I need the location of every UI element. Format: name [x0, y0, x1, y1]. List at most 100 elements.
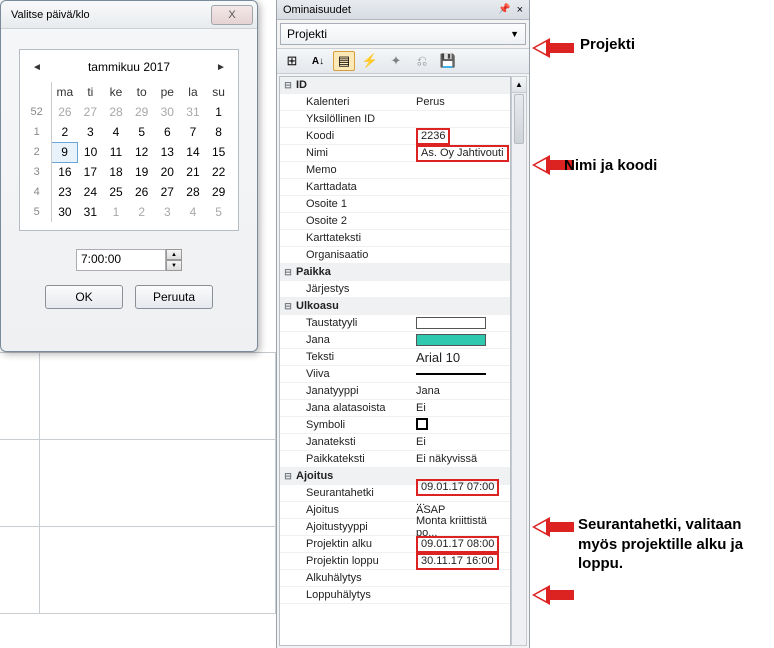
calendar-day[interactable]: 23: [52, 182, 78, 202]
calendar-week-number: 5: [26, 202, 52, 222]
categorize-icon[interactable]: ⊞: [281, 51, 303, 71]
calendar-day[interactable]: 2: [52, 122, 78, 142]
pin-icon[interactable]: 📌: [498, 4, 510, 15]
calendar-day[interactable]: 13: [154, 142, 180, 162]
calendar-day[interactable]: 2: [129, 202, 155, 222]
calendar-day[interactable]: 4: [180, 202, 206, 222]
cancel-button[interactable]: Peruuta: [135, 285, 213, 309]
calendar-day[interactable]: 9: [52, 142, 78, 162]
calendar-day[interactable]: 29: [129, 102, 155, 122]
calendar-day[interactable]: 8: [206, 122, 232, 142]
calendar-day[interactable]: 31: [78, 202, 104, 222]
date-time-dialog: Valitse päivä/klo X ◄ tammikuu 2017 ► ma…: [0, 0, 258, 352]
calendar-day[interactable]: 3: [78, 122, 104, 142]
prop-label: Nimi: [296, 147, 412, 159]
lightning-icon[interactable]: ⚡: [359, 51, 381, 71]
calendar-day[interactable]: 31: [180, 102, 206, 122]
time-spin-down[interactable]: ▼: [166, 260, 182, 271]
calendar-dow: pe: [154, 82, 180, 102]
prop-value[interactable]: Ei: [412, 436, 510, 448]
project-dropdown[interactable]: Projekti ▼: [280, 23, 526, 45]
calendar-day[interactable]: 1: [206, 102, 232, 122]
calendar-dow: la: [180, 82, 206, 102]
calendar-day[interactable]: 24: [78, 182, 104, 202]
prop-value[interactable]: [412, 317, 510, 329]
prop-label: Teksti: [296, 351, 412, 363]
calendar-day[interactable]: 16: [52, 162, 78, 182]
calendar-day[interactable]: 27: [78, 102, 104, 122]
prop-value[interactable]: Ei näkyvissä: [412, 453, 510, 465]
calendar-day[interactable]: 26: [129, 182, 155, 202]
scroll-thumb[interactable]: [514, 94, 524, 144]
close-icon: X: [228, 9, 235, 21]
prop-label: Symboli: [296, 419, 412, 431]
calendar-day[interactable]: 3: [154, 202, 180, 222]
tool-icon-1[interactable]: ✦: [385, 51, 407, 71]
ok-button[interactable]: OK: [45, 285, 123, 309]
prop-label: Projektin loppu: [296, 555, 412, 567]
calendar-day[interactable]: 28: [180, 182, 206, 202]
prop-value[interactable]: Ei: [412, 402, 510, 414]
calendar-day[interactable]: 30: [154, 102, 180, 122]
calendar-day[interactable]: 17: [78, 162, 104, 182]
calendar-day[interactable]: 28: [103, 102, 129, 122]
prop-value-nimi[interactable]: As. Oy Jahtivouti: [412, 145, 510, 162]
calendar-day[interactable]: 29: [206, 182, 232, 202]
panel-close-icon[interactable]: ×: [517, 4, 523, 16]
calendar-day[interactable]: 21: [180, 162, 206, 182]
calendar-day[interactable]: 1: [103, 202, 129, 222]
prop-value[interactable]: Arial 10: [412, 350, 510, 365]
calendar-day[interactable]: 7: [180, 122, 206, 142]
calendar-day[interactable]: 19: [129, 162, 155, 182]
calendar-day[interactable]: 4: [103, 122, 129, 142]
save-icon[interactable]: 💾: [437, 51, 459, 71]
calendar-week-number: 4: [26, 182, 52, 202]
prop-value[interactable]: [412, 334, 510, 346]
scroll-up-button[interactable]: ▲: [512, 77, 526, 93]
calendar-day[interactable]: 25: [103, 182, 129, 202]
prop-value[interactable]: [412, 418, 510, 433]
calendar-day[interactable]: 15: [206, 142, 232, 162]
properties-panel: Ominaisuudet 📌 × Projekti ▼ ⊞ A↓ ▤ ⚡ ✦ ⎌…: [276, 0, 530, 648]
dialog-titlebar[interactable]: Valitse päivä/klo X: [1, 1, 257, 29]
collapse-icon[interactable]: ⊟: [280, 267, 296, 278]
prop-value[interactable]: [412, 368, 510, 380]
calendar-day[interactable]: 18: [103, 162, 129, 182]
time-spin-up[interactable]: ▲: [166, 249, 182, 260]
calendar-day[interactable]: 26: [52, 102, 78, 122]
calendar-day[interactable]: 6: [154, 122, 180, 142]
calendar-month-label[interactable]: tammikuu 2017: [88, 60, 170, 74]
close-button[interactable]: X: [211, 5, 253, 25]
prop-label: Projektin alku: [296, 538, 412, 550]
prop-value[interactable]: Perus: [412, 96, 510, 108]
prop-label: Ajoitus: [296, 504, 412, 516]
time-input[interactable]: 7:00:00: [76, 249, 166, 271]
collapse-icon[interactable]: ⊟: [280, 80, 296, 91]
calendar-day[interactable]: 5: [129, 122, 155, 142]
prop-value[interactable]: Jana: [412, 385, 510, 397]
prop-label: Taustatyyli: [296, 317, 412, 329]
calendar-day[interactable]: 11: [103, 142, 129, 162]
prop-value-projektinalku[interactable]: 09.01.17 08:00: [412, 536, 510, 553]
calendar-day[interactable]: 10: [78, 142, 104, 162]
calendar-day[interactable]: 27: [154, 182, 180, 202]
prop-value-koodi[interactable]: 2236: [412, 128, 510, 145]
collapse-icon[interactable]: ⊟: [280, 301, 296, 312]
calendar-day[interactable]: 30: [52, 202, 78, 222]
scrollbar[interactable]: ▲: [511, 76, 527, 646]
calendar-day[interactable]: 22: [206, 162, 232, 182]
calendar-day[interactable]: 20: [154, 162, 180, 182]
prop-label: Kalenteri: [296, 96, 412, 108]
collapse-icon[interactable]: ⊟: [280, 471, 296, 482]
calendar-week-number: 2: [26, 142, 52, 162]
properties-icon[interactable]: ▤: [333, 51, 355, 71]
sort-az-icon[interactable]: A↓: [307, 51, 329, 71]
prev-month-button[interactable]: ◄: [30, 62, 44, 73]
tool-icon-2[interactable]: ⎌: [411, 51, 433, 71]
next-month-button[interactable]: ►: [214, 62, 228, 73]
chevron-down-icon: ▼: [510, 29, 519, 39]
prop-value-projektinloppu[interactable]: 30.11.17 16:00: [412, 553, 510, 570]
calendar-day[interactable]: 12: [129, 142, 155, 162]
calendar-day[interactable]: 5: [206, 202, 232, 222]
calendar-day[interactable]: 14: [180, 142, 206, 162]
